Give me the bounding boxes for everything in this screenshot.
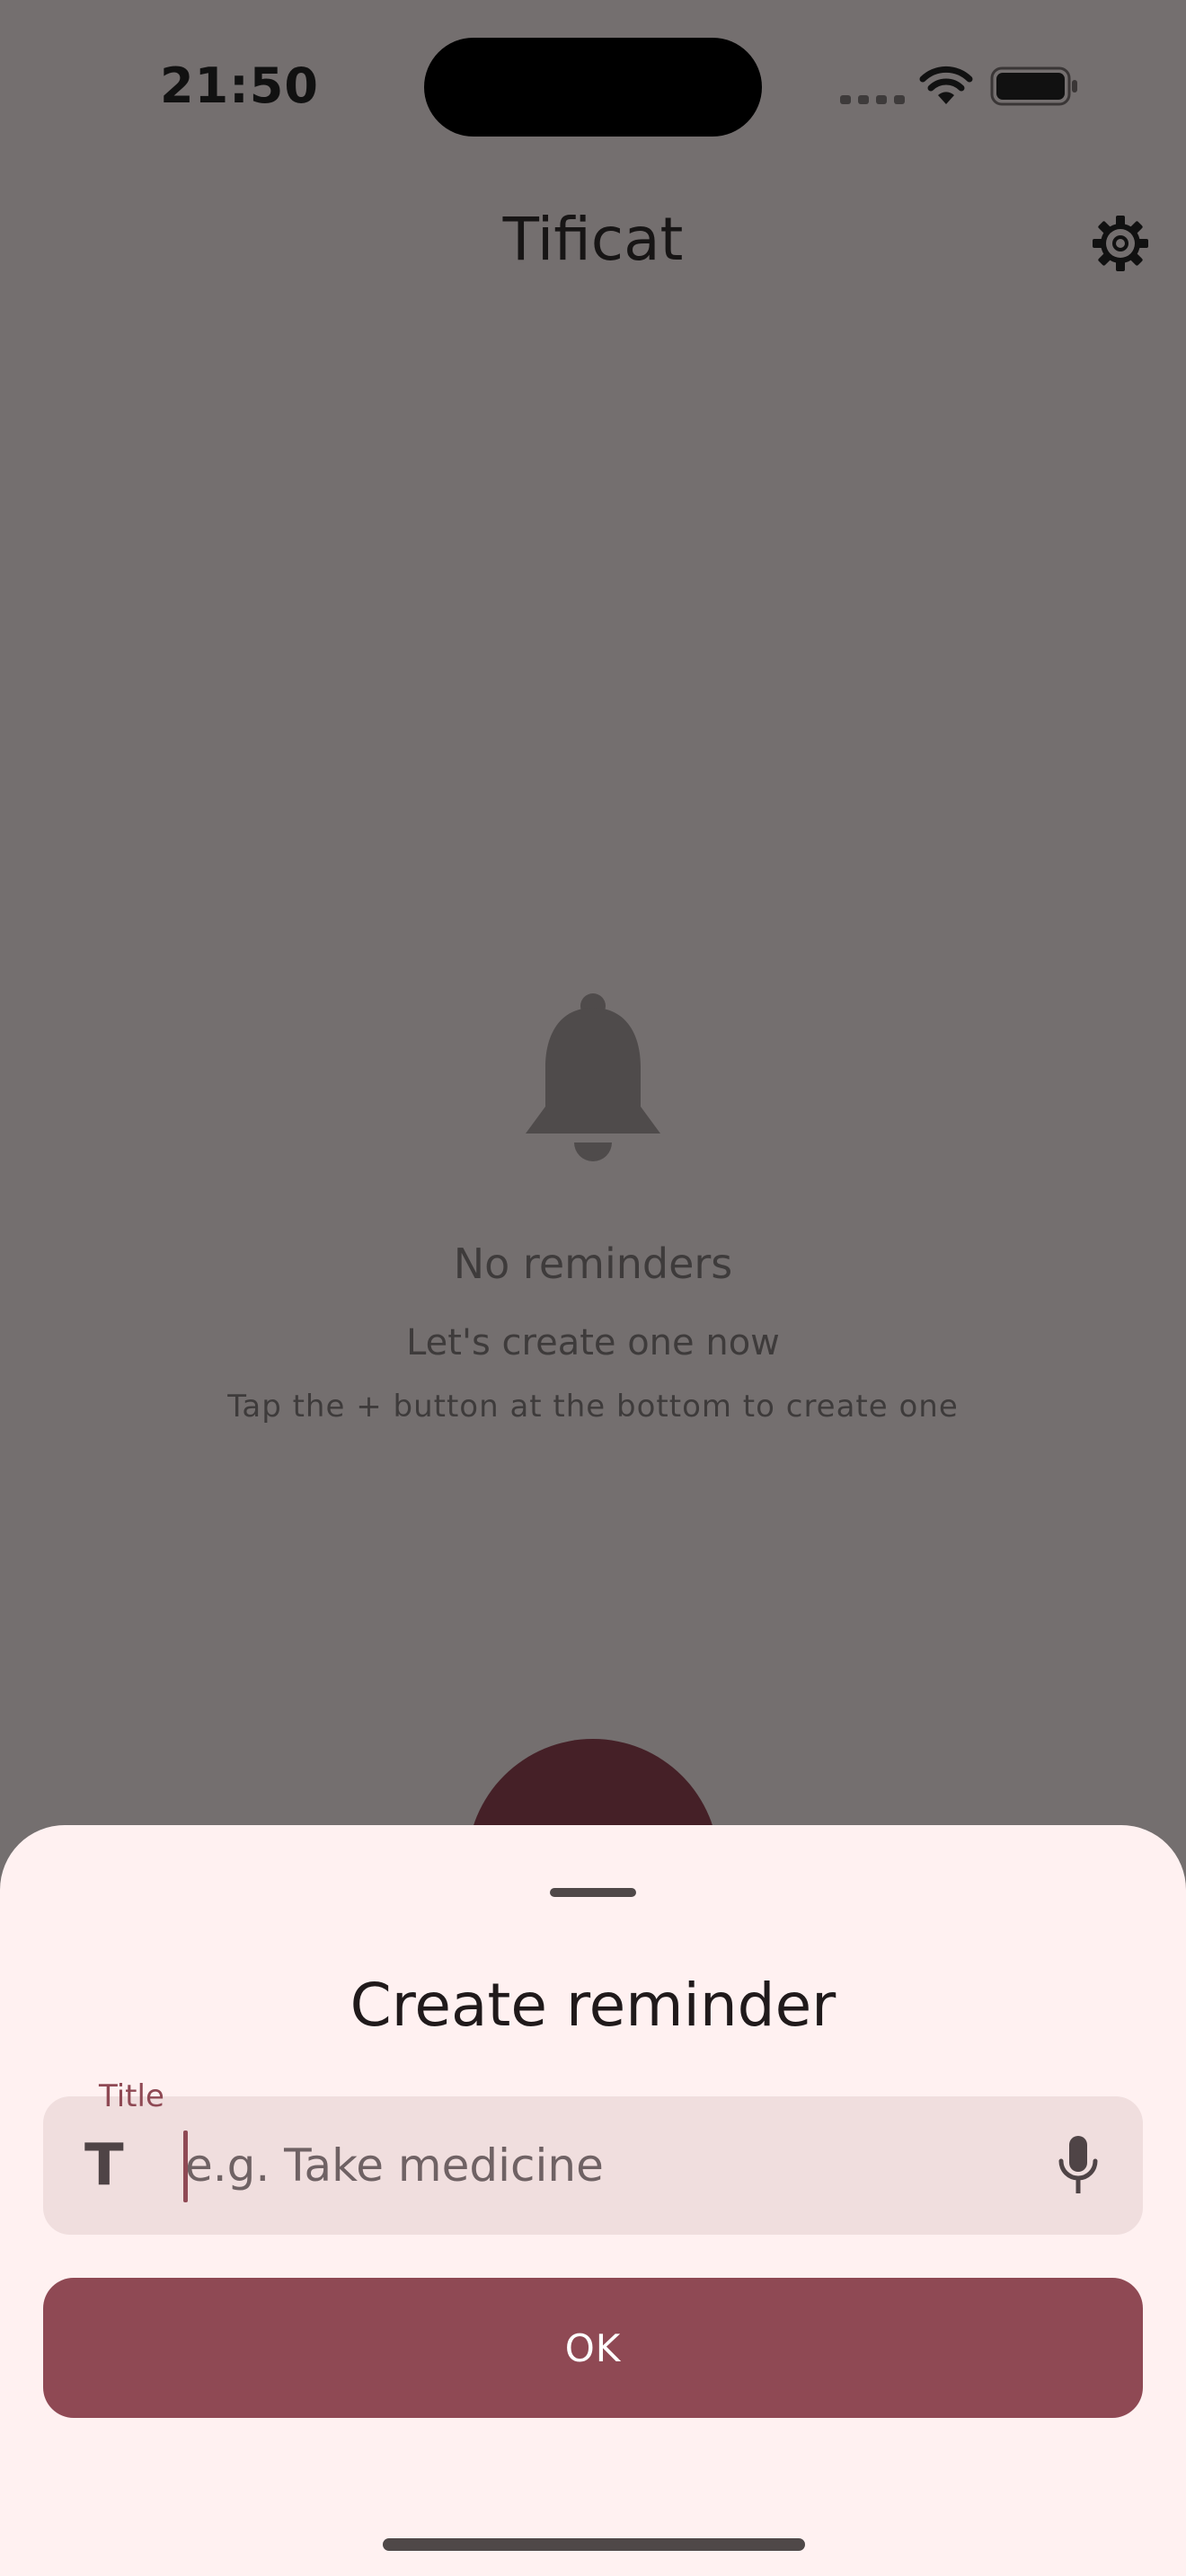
microphone-icon[interactable]: [1057, 2134, 1100, 2197]
signal-dots-icon: [840, 95, 905, 104]
dynamic-island: [424, 38, 762, 137]
empty-state-subtitle: Let's create one now: [406, 1322, 780, 1363]
create-reminder-sheet: Create reminder T Title OK: [0, 1825, 1186, 2576]
home-indicator[interactable]: [383, 2538, 805, 2551]
empty-state-title: No reminders: [453, 1239, 733, 1288]
title-field[interactable]: T: [43, 2096, 1143, 2235]
battery-icon: [990, 66, 1077, 106]
drag-handle[interactable]: [550, 1888, 636, 1897]
ok-button[interactable]: OK: [43, 2278, 1143, 2418]
title-input[interactable]: [185, 2096, 976, 2235]
text-title-icon: T: [84, 2132, 124, 2199]
empty-state-hint: Tap the + button at the bottom to create…: [227, 1389, 959, 1425]
text-caret: [183, 2130, 188, 2202]
status-time: 21:50: [160, 57, 319, 114]
app-title: Tificat: [502, 205, 684, 274]
sheet-title: Create reminder: [350, 1971, 836, 2040]
bell-icon: [526, 993, 660, 1161]
gear-icon[interactable]: [1091, 214, 1150, 273]
title-field-label: Title: [99, 2078, 164, 2114]
wifi-icon: [919, 66, 973, 104]
